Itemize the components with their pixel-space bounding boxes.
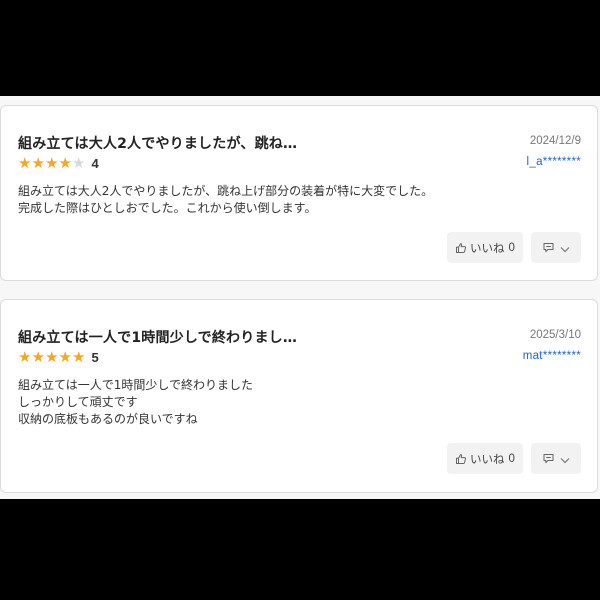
star-icon: ★ <box>45 348 59 366</box>
star-icon: ★ <box>72 348 86 366</box>
star-icon: ★ <box>58 348 72 366</box>
like-button[interactable]: いいね 0 <box>447 232 523 263</box>
star-icon: ★ <box>31 348 45 366</box>
review-body-line: しっかりして頑丈です <box>18 395 138 409</box>
like-label: いいね <box>470 451 505 466</box>
thumbs-up-icon <box>455 242 467 254</box>
review-title[interactable]: 組み立ては一人で1時間少しで終わりまし… <box>18 327 297 347</box>
screenshot-frame: 組み立ては大人2人でやりましたが、跳ね… 2024/12/9 ★ ★ ★ ★ ★… <box>0 0 600 600</box>
like-count: 0 <box>508 452 515 465</box>
review-body-line: 組み立ては一人で1時間少しで終わりました <box>18 378 254 392</box>
comment-icon <box>543 449 554 468</box>
review-body-line: 組み立ては大人2人でやりましたが、跳ね上げ部分の装着が特に大変でした。 <box>18 184 434 198</box>
chevron-down-icon <box>560 238 570 257</box>
review-body-line: 完成した際はひとしおでした。これから使い倒します。 <box>18 201 317 215</box>
star-rating: ★ ★ ★ ★ ★ 4 <box>18 155 99 171</box>
review-body: 組み立ては一人で1時間少しで終わりました しっかりして頑丈です 収納の底板もある… <box>18 377 253 428</box>
star-icon: ★ <box>45 154 59 172</box>
star-rating: ★ ★ ★ ★ ★ 5 <box>18 349 99 365</box>
review-date: 2024/12/9 <box>529 135 581 147</box>
review-card: 組み立ては大人2人でやりましたが、跳ね… 2024/12/9 ★ ★ ★ ★ ★… <box>0 105 598 281</box>
review-body: 組み立ては大人2人でやりましたが、跳ね上げ部分の装着が特に大変でした。 完成した… <box>18 183 433 217</box>
rating-value: 4 <box>91 155 99 171</box>
star-icon: ★ <box>18 348 32 366</box>
like-button[interactable]: いいね 0 <box>447 443 523 474</box>
star-empty-icon: ★ <box>72 154 86 172</box>
like-count: 0 <box>508 241 515 254</box>
like-label: いいね <box>470 240 505 255</box>
star-icon: ★ <box>18 154 32 172</box>
review-date: 2025/3/10 <box>529 329 581 341</box>
review-title[interactable]: 組み立ては大人2人でやりましたが、跳ね… <box>18 133 297 153</box>
star-icon: ★ <box>58 154 72 172</box>
star-icon: ★ <box>31 154 45 172</box>
comment-icon <box>543 238 554 257</box>
report-menu-button[interactable] <box>531 232 581 263</box>
report-menu-button[interactable] <box>531 443 581 474</box>
thumbs-up-icon <box>455 453 467 465</box>
review-body-line: 収納の底板もあるのが良いですね <box>18 412 198 426</box>
reviewer-name-link[interactable]: l_a******** <box>527 156 581 168</box>
rating-value: 5 <box>91 349 99 365</box>
chevron-down-icon <box>560 449 570 468</box>
review-card: 組み立ては一人で1時間少しで終わりまし… 2025/3/10 ★ ★ ★ ★ ★… <box>0 299 598 493</box>
reviewer-name-link[interactable]: mat******** <box>523 350 581 362</box>
